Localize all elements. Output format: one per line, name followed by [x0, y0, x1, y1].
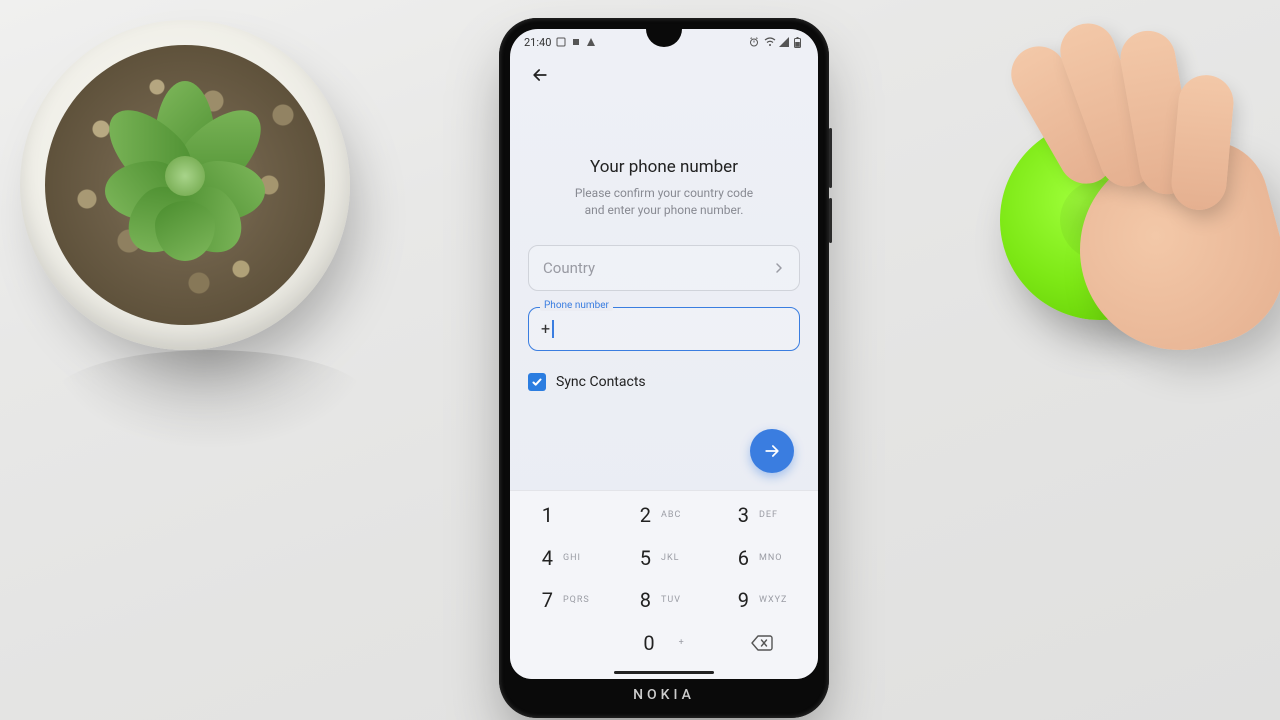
back-button[interactable] [528, 63, 552, 87]
signal-icon [779, 37, 789, 47]
keypad-key-1[interactable]: 1 [518, 495, 614, 536]
pot-shadow [50, 350, 370, 450]
arrow-right-icon [762, 441, 782, 461]
status-notif-icon [586, 37, 596, 47]
keypad-empty [518, 623, 614, 664]
battery-icon [794, 37, 804, 47]
keypad-key-5[interactable]: 5JKL [616, 538, 712, 579]
keypad-key-2[interactable]: 2ABC [616, 495, 712, 536]
hand-grip-ring [1000, 120, 1200, 320]
phone-float-label: Phone number [540, 300, 613, 311]
status-notif-icon [556, 37, 566, 47]
alarm-icon [749, 37, 759, 47]
plant-pot [20, 20, 350, 350]
keypad-key-4[interactable]: 4GHI [518, 538, 614, 579]
country-field-wrap: Country [528, 245, 800, 291]
keypad-key-7[interactable]: 7PQRS [518, 580, 614, 621]
device-brand: NOKIA [510, 687, 818, 703]
phone-screen: 21:40 [510, 29, 818, 679]
gesture-nav-pill[interactable] [614, 671, 714, 675]
sync-contacts-checkbox[interactable] [528, 373, 546, 391]
keypad-key-6[interactable]: 6MNO [714, 538, 810, 579]
status-notif-icon [571, 37, 581, 47]
wifi-icon [764, 37, 774, 47]
phone-prefix: + [541, 319, 550, 338]
keypad-backspace[interactable] [714, 623, 810, 664]
phone-number-input[interactable]: Phone number + [528, 307, 800, 351]
check-icon [531, 376, 543, 388]
page-subtitle: Please confirm your country code and ent… [528, 185, 800, 219]
desk-scene: 21:40 [0, 0, 1280, 720]
phone-frame: 21:40 [499, 18, 829, 718]
arrow-left-icon [530, 65, 550, 85]
keypad-key-9[interactable]: 9WXYZ [714, 580, 810, 621]
side-button [829, 198, 832, 243]
numeric-keypad: 1 2ABC 3DEF 4GHI 5JKL 6MNO 7PQRS [510, 490, 818, 679]
continue-button[interactable] [750, 429, 794, 473]
keypad-key-0[interactable]: 0+ [616, 623, 712, 664]
status-time: 21:40 [524, 36, 551, 49]
country-label: Country [543, 259, 595, 277]
sync-contacts-label: Sync Contacts [556, 374, 646, 390]
text-cursor [552, 320, 554, 338]
sync-contacts-row: Sync Contacts [528, 373, 800, 391]
keypad-key-8[interactable]: 8TUV [616, 580, 712, 621]
phone-field-wrap: Phone number + [528, 307, 800, 351]
keypad-key-3[interactable]: 3DEF [714, 495, 810, 536]
app-content: Your phone number Please confirm your co… [510, 53, 818, 391]
side-button [829, 128, 832, 188]
backspace-icon [751, 635, 773, 651]
country-selector[interactable]: Country [528, 245, 800, 291]
page-title: Your phone number [528, 157, 800, 177]
chevron-right-icon [773, 262, 785, 274]
